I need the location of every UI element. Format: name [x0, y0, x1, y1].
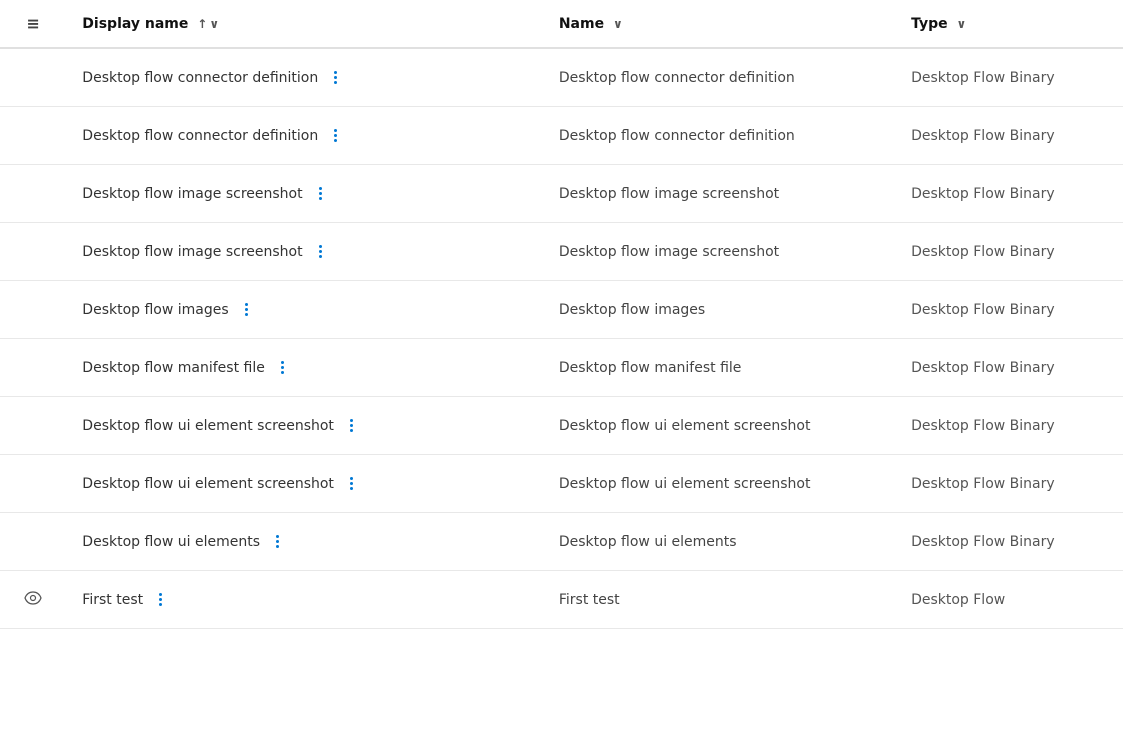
table-row: Desktop flow connector definitionDesktop…: [0, 107, 1123, 165]
type-cell: Desktop Flow: [895, 571, 1123, 629]
more-options-icon[interactable]: [313, 183, 328, 204]
row-icon-cell: [0, 397, 66, 455]
more-options-icon[interactable]: [270, 531, 285, 552]
row-icon-cell: [0, 223, 66, 281]
row-icon-cell: [0, 107, 66, 165]
display-name-text: Desktop flow image screenshot: [82, 186, 302, 202]
table-row: First testFirst testDesktop Flow: [0, 571, 1123, 629]
name-cell: Desktop flow connector definition: [543, 48, 895, 107]
type-cell: Desktop Flow Binary: [895, 281, 1123, 339]
display-name-text: Desktop flow ui element screenshot: [82, 476, 334, 492]
display-name-text: Desktop flow connector definition: [82, 70, 318, 86]
table-row: Desktop flow image screenshot Desktop flo…: [0, 165, 1123, 223]
name-cell: Desktop flow manifest file: [543, 339, 895, 397]
row-icon-cell: [0, 165, 66, 223]
table-row: Desktop flow ui element screenshotDeskto…: [0, 455, 1123, 513]
type-sort-icons: ∨: [956, 17, 966, 31]
display-name-text: Desktop flow connector definition: [82, 128, 318, 144]
name-cell: Desktop flow image screenshot: [543, 165, 895, 223]
display-name-cell: Desktop flow manifest file: [66, 339, 543, 397]
table-body: Desktop flow connector definitionDesktop…: [0, 48, 1123, 629]
display-name-cell: Desktop flow image screenshot: [66, 223, 543, 281]
name-sort-icons: ∨: [613, 17, 623, 31]
table-row: Desktop flow imagesDesktop flow imagesDe…: [0, 281, 1123, 339]
display-name-cell: Desktop flow image screenshot: [66, 165, 543, 223]
display-name-text: Desktop flow images: [82, 302, 228, 318]
col-header-name: Name ∨: [543, 0, 895, 48]
filter-icon[interactable]: ≡: [26, 14, 39, 33]
row-icon-cell: [0, 339, 66, 397]
display-name-cell: Desktop flow ui element screenshot: [66, 455, 543, 513]
table-container: ≡ Display name ↑ ∨ Name ∨ Type: [0, 0, 1123, 739]
display-name-cell: Desktop flow connector definition: [66, 107, 543, 165]
type-cell: Desktop Flow Binary: [895, 107, 1123, 165]
row-icon-cell: [0, 513, 66, 571]
data-table: ≡ Display name ↑ ∨ Name ∨ Type: [0, 0, 1123, 629]
more-options-icon[interactable]: [313, 241, 328, 262]
display-name-cell: Desktop flow ui element screenshot: [66, 397, 543, 455]
type-cell: Desktop Flow Binary: [895, 339, 1123, 397]
display-name-text: Desktop flow ui element screenshot: [82, 418, 334, 434]
row-icon-cell: [0, 281, 66, 339]
more-options-icon[interactable]: [153, 589, 168, 610]
name-cell: Desktop flow connector definition: [543, 107, 895, 165]
display-name-text: Desktop flow ui elements: [82, 534, 260, 550]
name-cell: First test: [543, 571, 895, 629]
name-sort-desc-icon[interactable]: ∨: [613, 17, 623, 31]
table-row: Desktop flow manifest file Desktop flow m…: [0, 339, 1123, 397]
table-row: Desktop flow ui element screenshotDeskto…: [0, 397, 1123, 455]
type-cell: Desktop Flow Binary: [895, 513, 1123, 571]
row-icon-cell: [0, 571, 66, 629]
col-display-name-label: Display name: [82, 16, 188, 32]
table-row: Desktop flow connector definitionDesktop…: [0, 48, 1123, 107]
table-row: Desktop flow image screenshot Desktop flo…: [0, 223, 1123, 281]
more-options-icon[interactable]: [328, 125, 343, 146]
display-name-text: Desktop flow manifest file: [82, 360, 265, 376]
type-cell: Desktop Flow Binary: [895, 455, 1123, 513]
name-cell: Desktop flow images: [543, 281, 895, 339]
more-options-icon[interactable]: [344, 415, 359, 436]
type-cell: Desktop Flow Binary: [895, 223, 1123, 281]
col-name-label: Name: [559, 16, 604, 32]
row-icon-cell: [0, 48, 66, 107]
type-cell: Desktop Flow Binary: [895, 165, 1123, 223]
display-name-cell: Desktop flow connector definition: [66, 48, 543, 107]
col-header-icon: ≡: [0, 0, 66, 48]
row-icon-cell: [0, 455, 66, 513]
name-cell: Desktop flow ui elements: [543, 513, 895, 571]
table-header-row: ≡ Display name ↑ ∨ Name ∨ Type: [0, 0, 1123, 48]
more-options-icon[interactable]: [344, 473, 359, 494]
type-cell: Desktop Flow Binary: [895, 397, 1123, 455]
type-sort-desc-icon[interactable]: ∨: [956, 17, 966, 31]
more-options-icon[interactable]: [239, 299, 254, 320]
more-options-icon[interactable]: [328, 67, 343, 88]
display-name-cell: First test: [66, 571, 543, 629]
display-name-text: Desktop flow image screenshot: [82, 244, 302, 260]
display-name-cell: Desktop flow images: [66, 281, 543, 339]
name-cell: Desktop flow ui element screenshot: [543, 397, 895, 455]
name-cell: Desktop flow image screenshot: [543, 223, 895, 281]
more-options-icon[interactable]: [275, 357, 290, 378]
display-name-cell: Desktop flow ui elements: [66, 513, 543, 571]
col-header-display-name: Display name ↑ ∨: [66, 0, 543, 48]
name-cell: Desktop flow ui element screenshot: [543, 455, 895, 513]
type-cell: Desktop Flow Binary: [895, 48, 1123, 107]
table-row: Desktop flow ui elements Desktop flow ui …: [0, 513, 1123, 571]
sort-desc-icon[interactable]: ∨: [209, 17, 219, 31]
display-name-sort-icons: ↑ ∨: [197, 17, 219, 31]
sort-asc-icon[interactable]: ↑: [197, 17, 207, 31]
col-header-type: Type ∨: [895, 0, 1123, 48]
display-name-text: First test: [82, 592, 143, 608]
col-type-label: Type: [911, 16, 948, 32]
eye-icon: [24, 590, 42, 609]
